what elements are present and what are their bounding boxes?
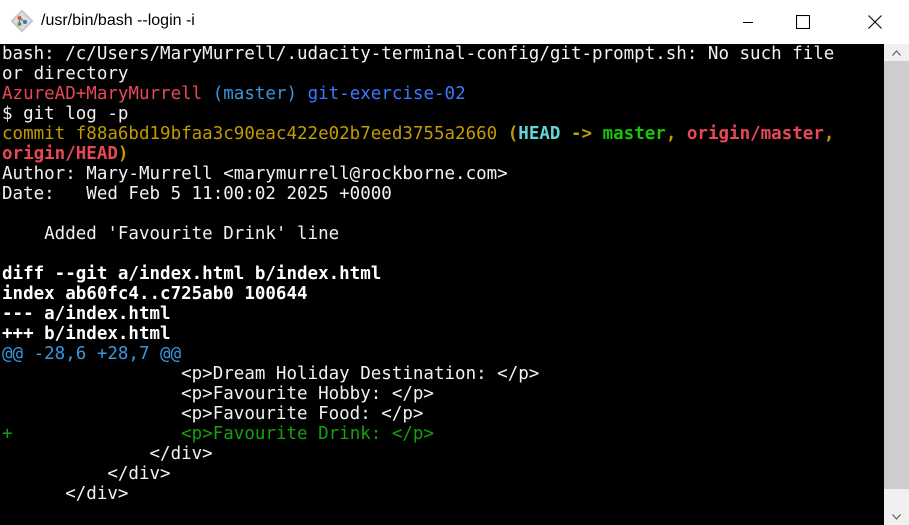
terminal-segment: $ git log -p [2,104,129,124]
terminal-line: or directory [2,64,834,84]
terminal-text: bash: /c/Users/MaryMurrell/.udacity-term… [2,44,834,504]
scroll-down-arrow-icon [892,513,901,520]
terminal-segment: <p>Favourite Food: </p> [2,404,424,424]
terminal-segment: +++ b/index.html [2,324,171,344]
terminal-line: @@ -28,6 +28,7 @@ [2,344,834,364]
terminal-line: </div> [2,444,834,464]
terminal-line: diff --git a/index.html b/index.html [2,264,834,284]
terminal-segment: + [2,424,13,444]
window-title: /usr/bin/bash --login -i [41,12,195,29]
title-bar[interactable]: /usr/bin/bash --login -i [0,0,909,44]
terminal-segment: --- a/index.html [2,304,171,324]
terminal-window: /usr/bin/bash --login -i bash: /c/Users/… [0,0,909,525]
terminal-segment: </div> [2,484,129,504]
terminal-line: bash: /c/Users/MaryMurrell/.udacity-term… [2,44,834,64]
close-button[interactable] [852,0,898,44]
terminal-segment: Author: Mary-Murrell <marymurrell@rockbo… [2,164,508,184]
terminal-segment: or directory [2,64,129,84]
terminal-segment: origin/HEAD [2,144,118,164]
maximize-button[interactable] [780,0,826,44]
terminal-line: <p>Favourite Food: </p> [2,404,834,424]
terminal-segment: -> [560,124,603,144]
terminal-segment: origin/master [686,124,824,144]
terminal-line: $ git log -p [2,104,834,124]
terminal-line: </div> [2,484,834,504]
scroll-up-arrow-icon [892,49,901,56]
terminal-segment: ) [117,144,129,164]
scroll-up-button[interactable] [884,44,909,61]
terminal-segment: (master) [212,84,298,104]
terminal-segment: HEAD [518,124,561,144]
terminal-segment [297,84,308,104]
terminal-line: <p>Favourite Hobby: </p> [2,384,834,404]
terminal-output[interactable]: bash: /c/Users/MaryMurrell/.udacity-term… [0,44,884,525]
terminal-segment: , [823,124,835,144]
close-icon [868,15,882,29]
terminal-line: Author: Mary-Murrell <marymurrell@rockbo… [2,164,834,184]
scroll-down-button[interactable] [884,508,909,525]
terminal-segment: </div> [2,464,171,484]
terminal-segment: diff --git a/index.html b/index.html [2,264,382,284]
git-bash-icon [10,9,34,33]
terminal-segment: <p>Favourite Hobby: </p> [2,384,434,404]
scroll-thumb[interactable] [884,61,909,489]
terminal-segment: <p>Favourite Drink: </p> [12,424,434,444]
terminal-line: commit f88a6bd19bfaa3c90eac422e02b7eed37… [2,124,834,144]
terminal-segment: commit f88a6bd19bfaa3c90eac422e02b7eed37… [2,124,508,144]
terminal-segment: </div> [2,444,213,464]
terminal-segment: index ab60fc4..c725ab0 100644 [2,284,308,304]
terminal-segment: master [602,124,666,144]
minimize-button[interactable] [725,0,771,44]
terminal-line: <p>Dream Holiday Destination: </p> [2,364,834,384]
terminal-line: index ab60fc4..c725ab0 100644 [2,284,834,304]
terminal-line: origin/HEAD) [2,144,834,164]
terminal-segment: Date: Wed Feb 5 11:00:02 2025 +0000 [2,184,392,204]
terminal-line: --- a/index.html [2,304,834,324]
terminal-line: Added 'Favourite Drink' line [2,224,834,244]
terminal-line: + <p>Favourite Drink: </p> [2,424,834,444]
vertical-scrollbar[interactable] [884,44,909,525]
terminal-segment: AzureAD+MaryMurrell [2,84,203,104]
terminal-segment: <p>Dream Holiday Destination: </p> [2,364,540,384]
terminal-segment: bash: /c/Users/MaryMurrell/.udacity-term… [2,44,835,64]
terminal-segment: git-exercise-02 [307,84,466,104]
terminal-line: AzureAD+MaryMurrell (master) git-exercis… [2,84,834,104]
maximize-icon [796,15,810,29]
terminal-segment: @@ -28,6 +28,7 @@ [2,344,182,364]
terminal-line: +++ b/index.html [2,324,834,344]
terminal-line: Date: Wed Feb 5 11:00:02 2025 +0000 [2,184,834,204]
minimize-icon [743,22,753,23]
terminal-segment [202,84,213,104]
terminal-segment: , [665,124,687,144]
terminal-line: </div> [2,464,834,484]
terminal-segment: Added 'Favourite Drink' line [2,224,340,244]
terminal-segment: ( [507,124,519,144]
